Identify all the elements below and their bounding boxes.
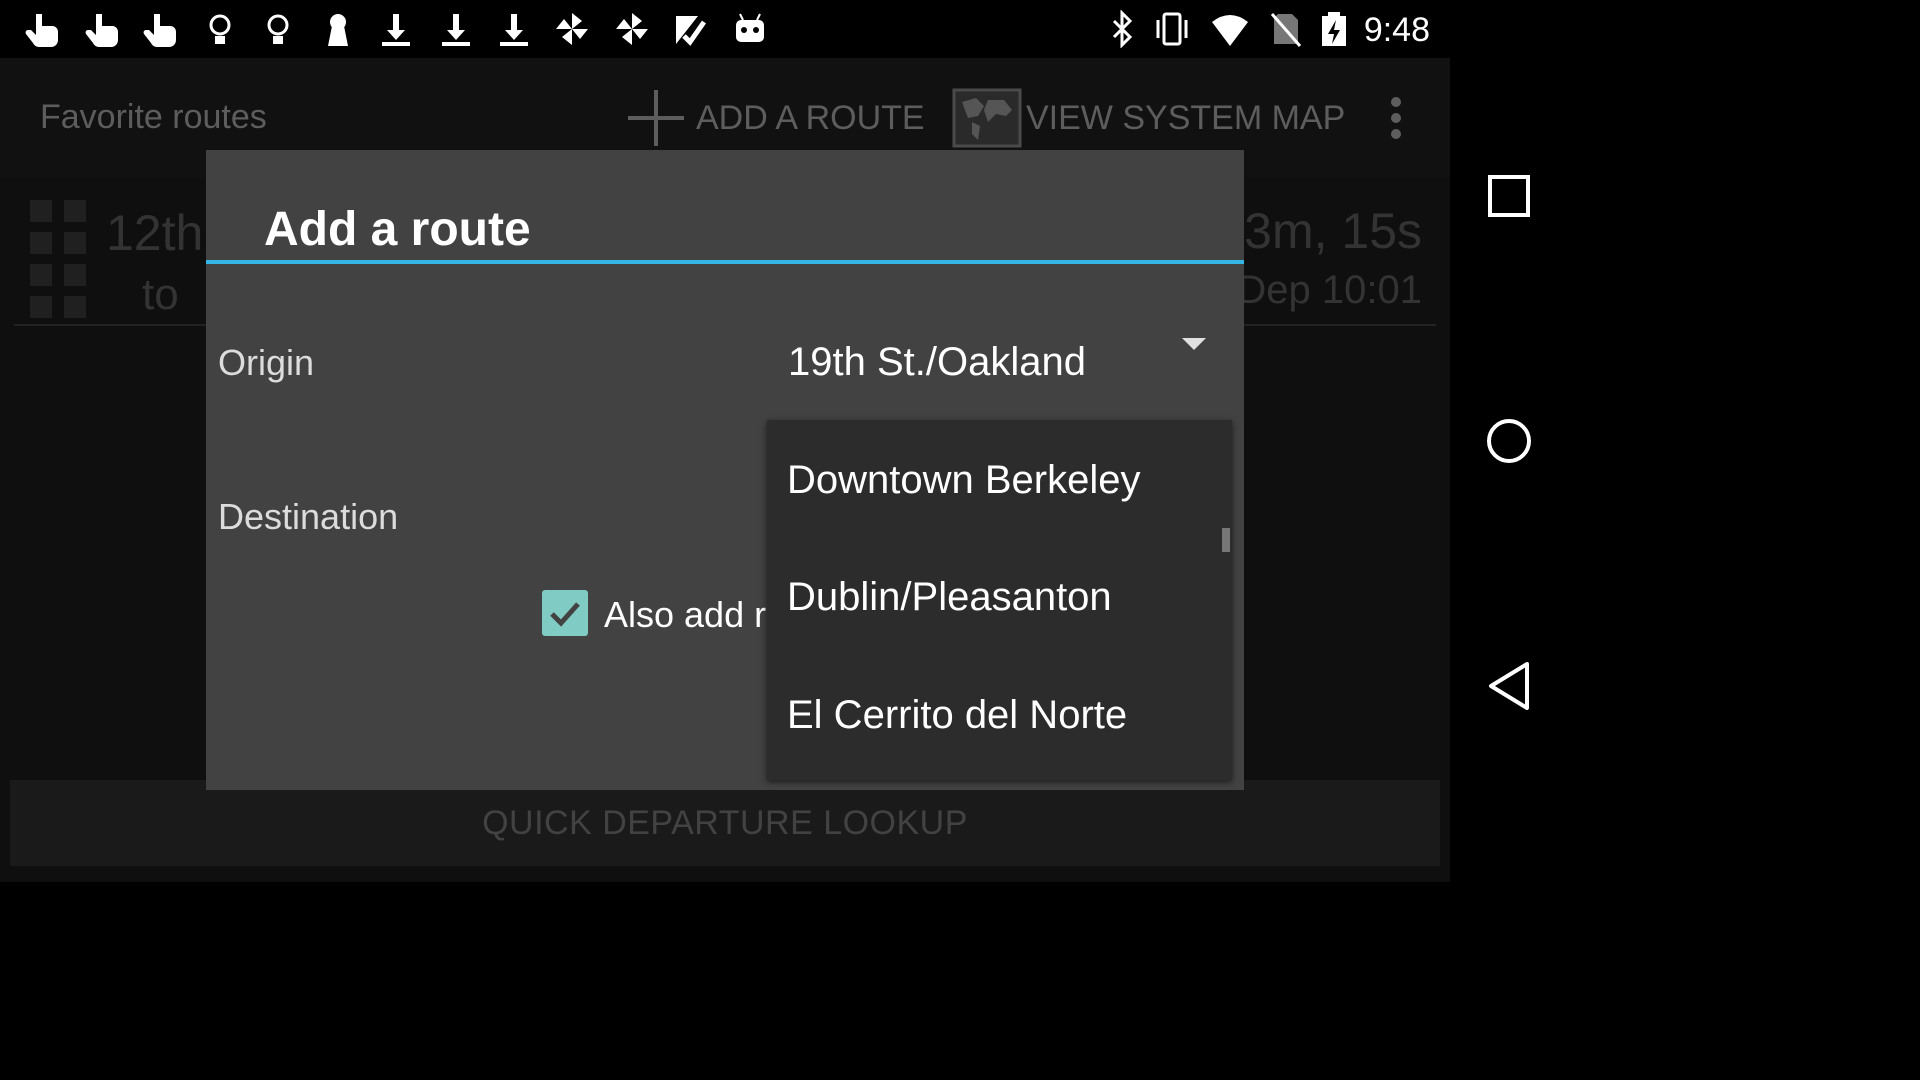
- recents-button[interactable]: [1474, 161, 1544, 231]
- also-add-return-checkbox[interactable]: [542, 590, 588, 636]
- download-icon: [494, 10, 534, 48]
- hand-pointer-icon: [22, 10, 62, 48]
- dropdown-item-el-cerrito-del-norte[interactable]: El Cerrito del Norte: [787, 693, 1127, 738]
- lightbulb-icon: [200, 10, 240, 48]
- add-route-button[interactable]: ADD A ROUTE: [626, 86, 925, 150]
- back-triangle-icon: [1489, 662, 1529, 710]
- plus-icon: [626, 88, 686, 148]
- world-map-icon: [952, 88, 1022, 148]
- pinwheel-icon: [612, 10, 652, 48]
- status-bar: 9:48: [0, 0, 1450, 58]
- keyhole-icon: [318, 10, 358, 48]
- dropdown-item-downtown-berkeley[interactable]: Downtown Berkeley: [787, 458, 1141, 503]
- back-button[interactable]: [1474, 651, 1544, 721]
- lightbulb-icon: [258, 10, 298, 48]
- dropdown-arrow-icon: [1182, 338, 1206, 350]
- also-add-return-label: Also add re: [604, 594, 768, 635]
- route-countdown: 3m, 15s: [1244, 203, 1422, 259]
- origin-value: 19th St./Oakland: [788, 340, 1086, 384]
- android-icon: [730, 10, 770, 48]
- navigation-bar: [1450, 0, 1568, 882]
- hand-pointer-icon: [140, 10, 180, 48]
- dropdown-scrollbar[interactable]: [1222, 528, 1230, 552]
- origin-label: Origin: [218, 342, 315, 383]
- checkmark-icon: [550, 602, 580, 627]
- view-system-map-button[interactable]: VIEW SYSTEM MAP: [952, 86, 1345, 150]
- download-icon: [376, 10, 416, 48]
- destination-dropdown-list[interactable]: Downtown Berkeley Dublin/Pleasanton El C…: [767, 420, 1232, 780]
- page-title: Favorite routes: [40, 98, 267, 136]
- origin-spinner[interactable]: 19th St./Oakland: [768, 320, 1228, 404]
- quick-departure-lookup-button[interactable]: QUICK DEPARTURE LOOKUP: [10, 780, 1440, 866]
- dialog-title: Add a route: [264, 203, 531, 256]
- dialog-title-divider: [206, 260, 1244, 264]
- view-system-map-label: VIEW SYSTEM MAP: [1026, 98, 1346, 137]
- status-clock: 9:48: [1363, 11, 1430, 49]
- bluetooth-icon: [1102, 9, 1142, 49]
- dropdown-item-dublin-pleasanton[interactable]: Dublin/Pleasanton: [787, 575, 1112, 620]
- download-icon: [436, 10, 476, 48]
- home-circle-icon: [1487, 419, 1531, 463]
- wifi-icon: [1210, 10, 1250, 48]
- checklist-icon: [670, 10, 710, 48]
- drag-handle-icon[interactable]: [30, 200, 86, 318]
- route-to-label: to: [142, 270, 179, 319]
- home-button[interactable]: [1474, 406, 1544, 476]
- more-vert-icon: [1391, 97, 1401, 139]
- no-sim-icon: [1266, 10, 1306, 48]
- destination-label: Destination: [218, 496, 399, 537]
- battery-charging-icon: [1314, 10, 1354, 48]
- vibrate-icon: [1152, 10, 1192, 48]
- route-departure-time: Dep 10:01: [1237, 268, 1422, 312]
- overflow-menu-button[interactable]: [1380, 94, 1412, 142]
- recents-square-icon: [1488, 175, 1530, 217]
- add-route-label: ADD A ROUTE: [696, 98, 925, 137]
- pinwheel-icon: [552, 10, 592, 48]
- route-origin: 12th: [106, 205, 204, 261]
- hand-pointer-icon: [82, 10, 122, 48]
